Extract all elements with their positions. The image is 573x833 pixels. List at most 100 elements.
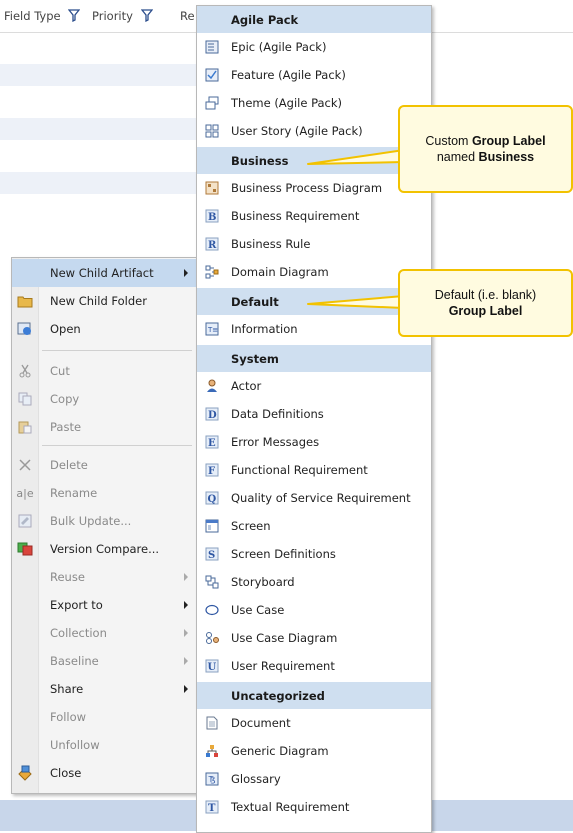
column-header-re[interactable]: Re [180,9,195,23]
actor-icon [197,372,227,400]
submenu-item-storyboard[interactable]: Storyboard [197,568,431,596]
grid-row[interactable] [0,118,200,140]
menu-item-share[interactable]: Share [12,675,196,703]
submenu-item-functional-requirement[interactable]: F Functional Requirement [197,456,431,484]
submenu-arrow-icon [184,657,188,665]
context-menu: New Child Artifact New Child Folder Open… [11,257,197,794]
submenu-arrow-icon [184,685,188,693]
menu-item-collection[interactable]: Collection [12,619,196,647]
column-header-priority[interactable]: Priority [92,9,153,23]
submenu-item-use-case[interactable]: Use Case [197,596,431,624]
menu-item-rename[interactable]: a|e Rename [12,479,196,507]
screen-icon [197,512,227,540]
submenu-item-business-requirement[interactable]: B Business Requirement [197,202,431,230]
submenu-item-epic[interactable]: Epic (Agile Pack) [197,33,431,61]
submenu-arrow-icon [184,601,188,609]
menu-item-copy[interactable]: Copy [12,385,196,413]
submenu-item-generic-diagram[interactable]: Generic Diagram [197,737,431,765]
menu-item-bulk-update[interactable]: Bulk Update... [12,507,196,535]
submenu-item-information[interactable]: T≡ Information [197,315,431,343]
menu-item-open[interactable]: Open [12,315,196,343]
submenu-item-glossary[interactable]: Ꜩ Glossary [197,765,431,793]
menu-item-close[interactable]: Close [12,759,196,787]
feature-icon [197,61,227,89]
group-header-default: Default [197,288,431,315]
glossary-icon: Ꜩ [197,765,227,793]
document-icon [197,709,227,737]
svg-text:T≡: T≡ [207,326,218,334]
textual-requirement-icon: T [197,793,227,821]
paste-icon [12,413,38,441]
submenu-item-business-rule[interactable]: R Business Rule [197,230,431,258]
functional-requirement-icon: F [197,456,227,484]
submenu-item-use-case-diagram[interactable]: Use Case Diagram [197,624,431,652]
filter-icon[interactable] [68,9,81,22]
menu-item-new-child-artifact[interactable]: New Child Artifact [12,259,196,287]
menu-item-paste[interactable]: Paste [12,413,196,441]
submenu-item-theme[interactable]: Theme (Agile Pack) [197,89,431,117]
grid-row[interactable] [0,64,200,86]
group-header-business: Business [197,147,431,174]
menu-item-follow[interactable]: Follow [12,703,196,731]
process-diagram-icon [197,174,227,202]
version-compare-icon [12,535,38,563]
menu-item-cut[interactable]: Cut [12,357,196,385]
submenu-item-screen-definitions[interactable]: S Screen Definitions [197,540,431,568]
user-story-icon [197,117,227,145]
svg-text:Ꜩ: Ꜩ [208,775,216,784]
callout-business-group-label: Custom Group Label named Business [398,105,573,193]
submenu-item-screen[interactable]: Screen [197,512,431,540]
use-case-diagram-icon [197,624,227,652]
filter-icon[interactable] [140,9,153,22]
svg-text:F: F [208,466,215,477]
submenu-item-actor[interactable]: Actor [197,372,431,400]
scissors-icon [12,357,38,385]
submenu-arrow-icon [184,573,188,581]
callout-default-group-label: Default (i.e. blank) Group Label [398,269,573,337]
submenu-item-error-messages[interactable]: E Error Messages [197,428,431,456]
submenu-item-textual-requirement[interactable]: T Textual Requirement [197,793,431,821]
submenu-item-domain-diagram[interactable]: Domain Diagram [197,258,431,286]
menu-item-export-to[interactable]: Export to [12,591,196,619]
menu-item-unfollow[interactable]: Unfollow [12,731,196,759]
epic-icon [197,33,227,61]
menu-item-new-child-folder[interactable]: New Child Folder [12,287,196,315]
svg-text:E: E [208,438,216,449]
submenu-item-quality-of-service-requirement[interactable]: Q Quality of Service Requirement [197,484,431,512]
menu-item-reuse[interactable]: Reuse [12,563,196,591]
folder-icon [12,287,38,315]
business-requirement-icon: B [197,202,227,230]
submenu-arrow-icon [184,269,188,277]
new-child-artifact-submenu: Agile Pack Epic (Agile Pack) Feature (Ag… [196,5,432,833]
submenu-item-data-definitions[interactable]: D Data Definitions [197,400,431,428]
storyboard-icon [197,568,227,596]
data-definitions-icon: D [197,400,227,428]
menu-separator [42,445,192,446]
svg-text:Q: Q [208,494,217,505]
submenu-item-document[interactable]: Document [197,709,431,737]
user-requirement-icon: U [197,652,227,680]
svg-text:S: S [208,550,215,561]
submenu-item-user-requirement[interactable]: U User Requirement [197,652,431,680]
menu-item-baseline[interactable]: Baseline [12,647,196,675]
submenu-item-user-story[interactable]: User Story (Agile Pack) [197,117,431,145]
domain-diagram-icon [197,258,227,286]
svg-text:T: T [208,803,216,814]
menu-separator [42,350,192,351]
column-header-field-type[interactable]: Field Type [4,9,81,23]
business-rule-icon: R [197,230,227,258]
menu-item-delete[interactable]: Delete [12,451,196,479]
use-case-icon [197,596,227,624]
open-icon [12,315,38,343]
submenu-item-feature[interactable]: Feature (Agile Pack) [197,61,431,89]
submenu-item-business-process-diagram[interactable]: Business Process Diagram [197,174,431,202]
group-header-uncategorized: Uncategorized [197,682,431,709]
bulk-update-icon [12,507,38,535]
copy-icon [12,385,38,413]
rename-icon: a|e [16,486,34,500]
menu-item-version-compare[interactable]: Version Compare... [12,535,196,563]
close-icon [12,759,38,787]
grid-row[interactable] [0,172,200,194]
screen-definitions-icon: S [197,540,227,568]
information-icon: T≡ [197,315,227,343]
